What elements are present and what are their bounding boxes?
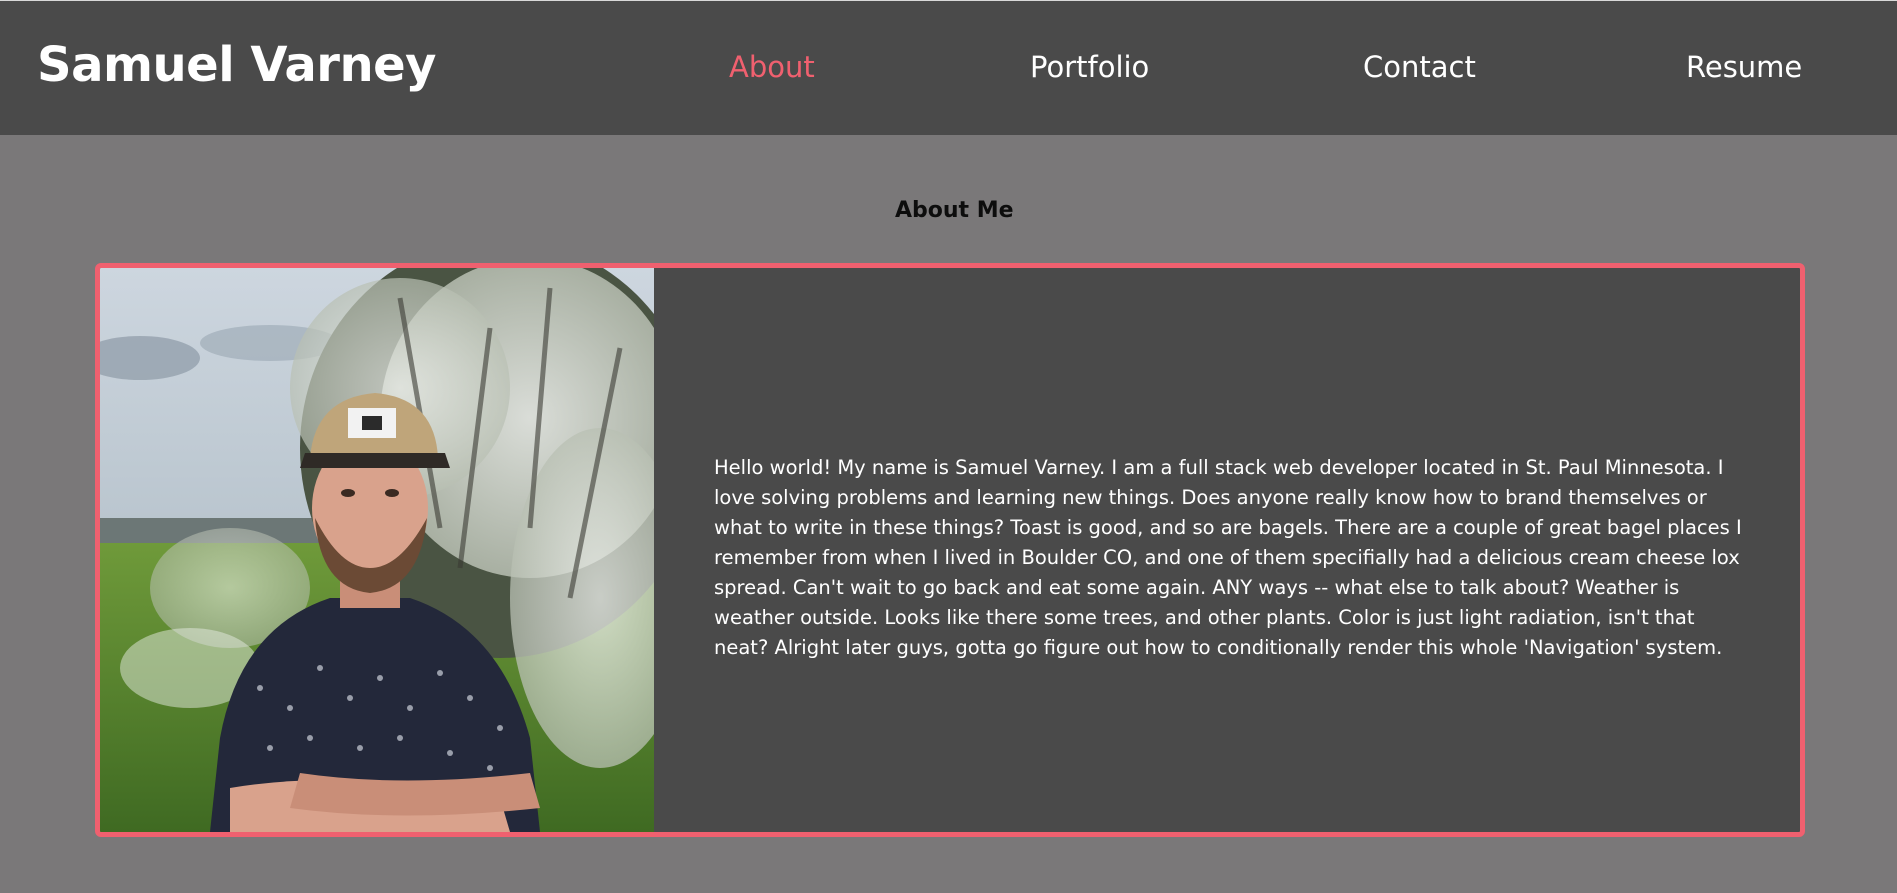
nav-contact-link[interactable]: Contact <box>1363 53 1476 82</box>
about-card: Hello world! My name is Samuel Varney. I… <box>95 263 1805 837</box>
nav-portfolio-link[interactable]: Portfolio <box>1030 53 1149 82</box>
nav-resume-link[interactable]: Resume <box>1686 53 1802 82</box>
site-brand[interactable]: Samuel Varney <box>37 41 436 89</box>
nav-about-link[interactable]: About <box>729 53 815 82</box>
about-me-heading: About Me <box>895 198 1014 223</box>
site-header: Samuel Varney About Portfolio Contact Re… <box>0 0 1897 135</box>
profile-photo <box>100 268 654 832</box>
bio-text: Hello world! My name is Samuel Varney. I… <box>714 456 1742 659</box>
